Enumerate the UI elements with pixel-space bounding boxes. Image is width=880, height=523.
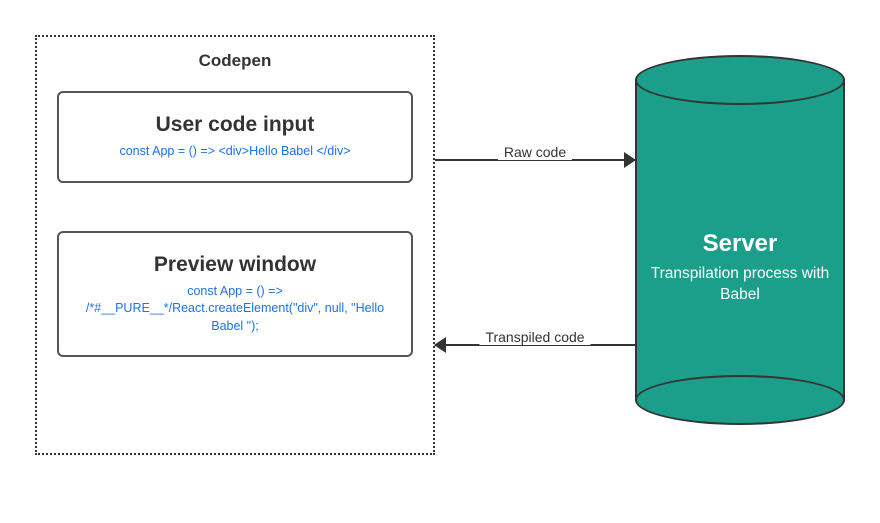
preview-window-title: Preview window xyxy=(69,253,401,277)
preview-window-code: const App = () => /*#__PURE__*/React.cre… xyxy=(69,283,401,336)
user-code-input-code: const App = () => <div>Hello Babel </div… xyxy=(69,143,401,161)
codepen-title: Codepen xyxy=(37,37,433,81)
user-code-input-title: User code input xyxy=(69,113,401,137)
server-subtitle: Transpilation process with Babel xyxy=(635,264,845,306)
arrow-to-server-label: Raw code xyxy=(498,144,572,160)
cylinder-top-ellipse xyxy=(635,55,845,105)
arrow-from-server-label: Transpiled code xyxy=(479,329,590,345)
preview-window-panel: Preview window const App = () => /*#__PU… xyxy=(57,231,413,358)
user-code-input-panel: User code input const App = () => <div>H… xyxy=(57,91,413,183)
server-text-group: Server Transpilation process with Babel xyxy=(635,230,845,306)
arrow-to-server: Raw code xyxy=(435,152,635,168)
codepen-group: Codepen User code input const App = () =… xyxy=(35,35,435,455)
arrow-left-icon xyxy=(434,337,446,353)
arrow-from-server: Transpiled code xyxy=(435,337,635,353)
cylinder-bottom-ellipse xyxy=(635,375,845,425)
server-cylinder: Server Transpilation process with Babel xyxy=(635,55,845,425)
server-title: Server xyxy=(635,230,845,258)
